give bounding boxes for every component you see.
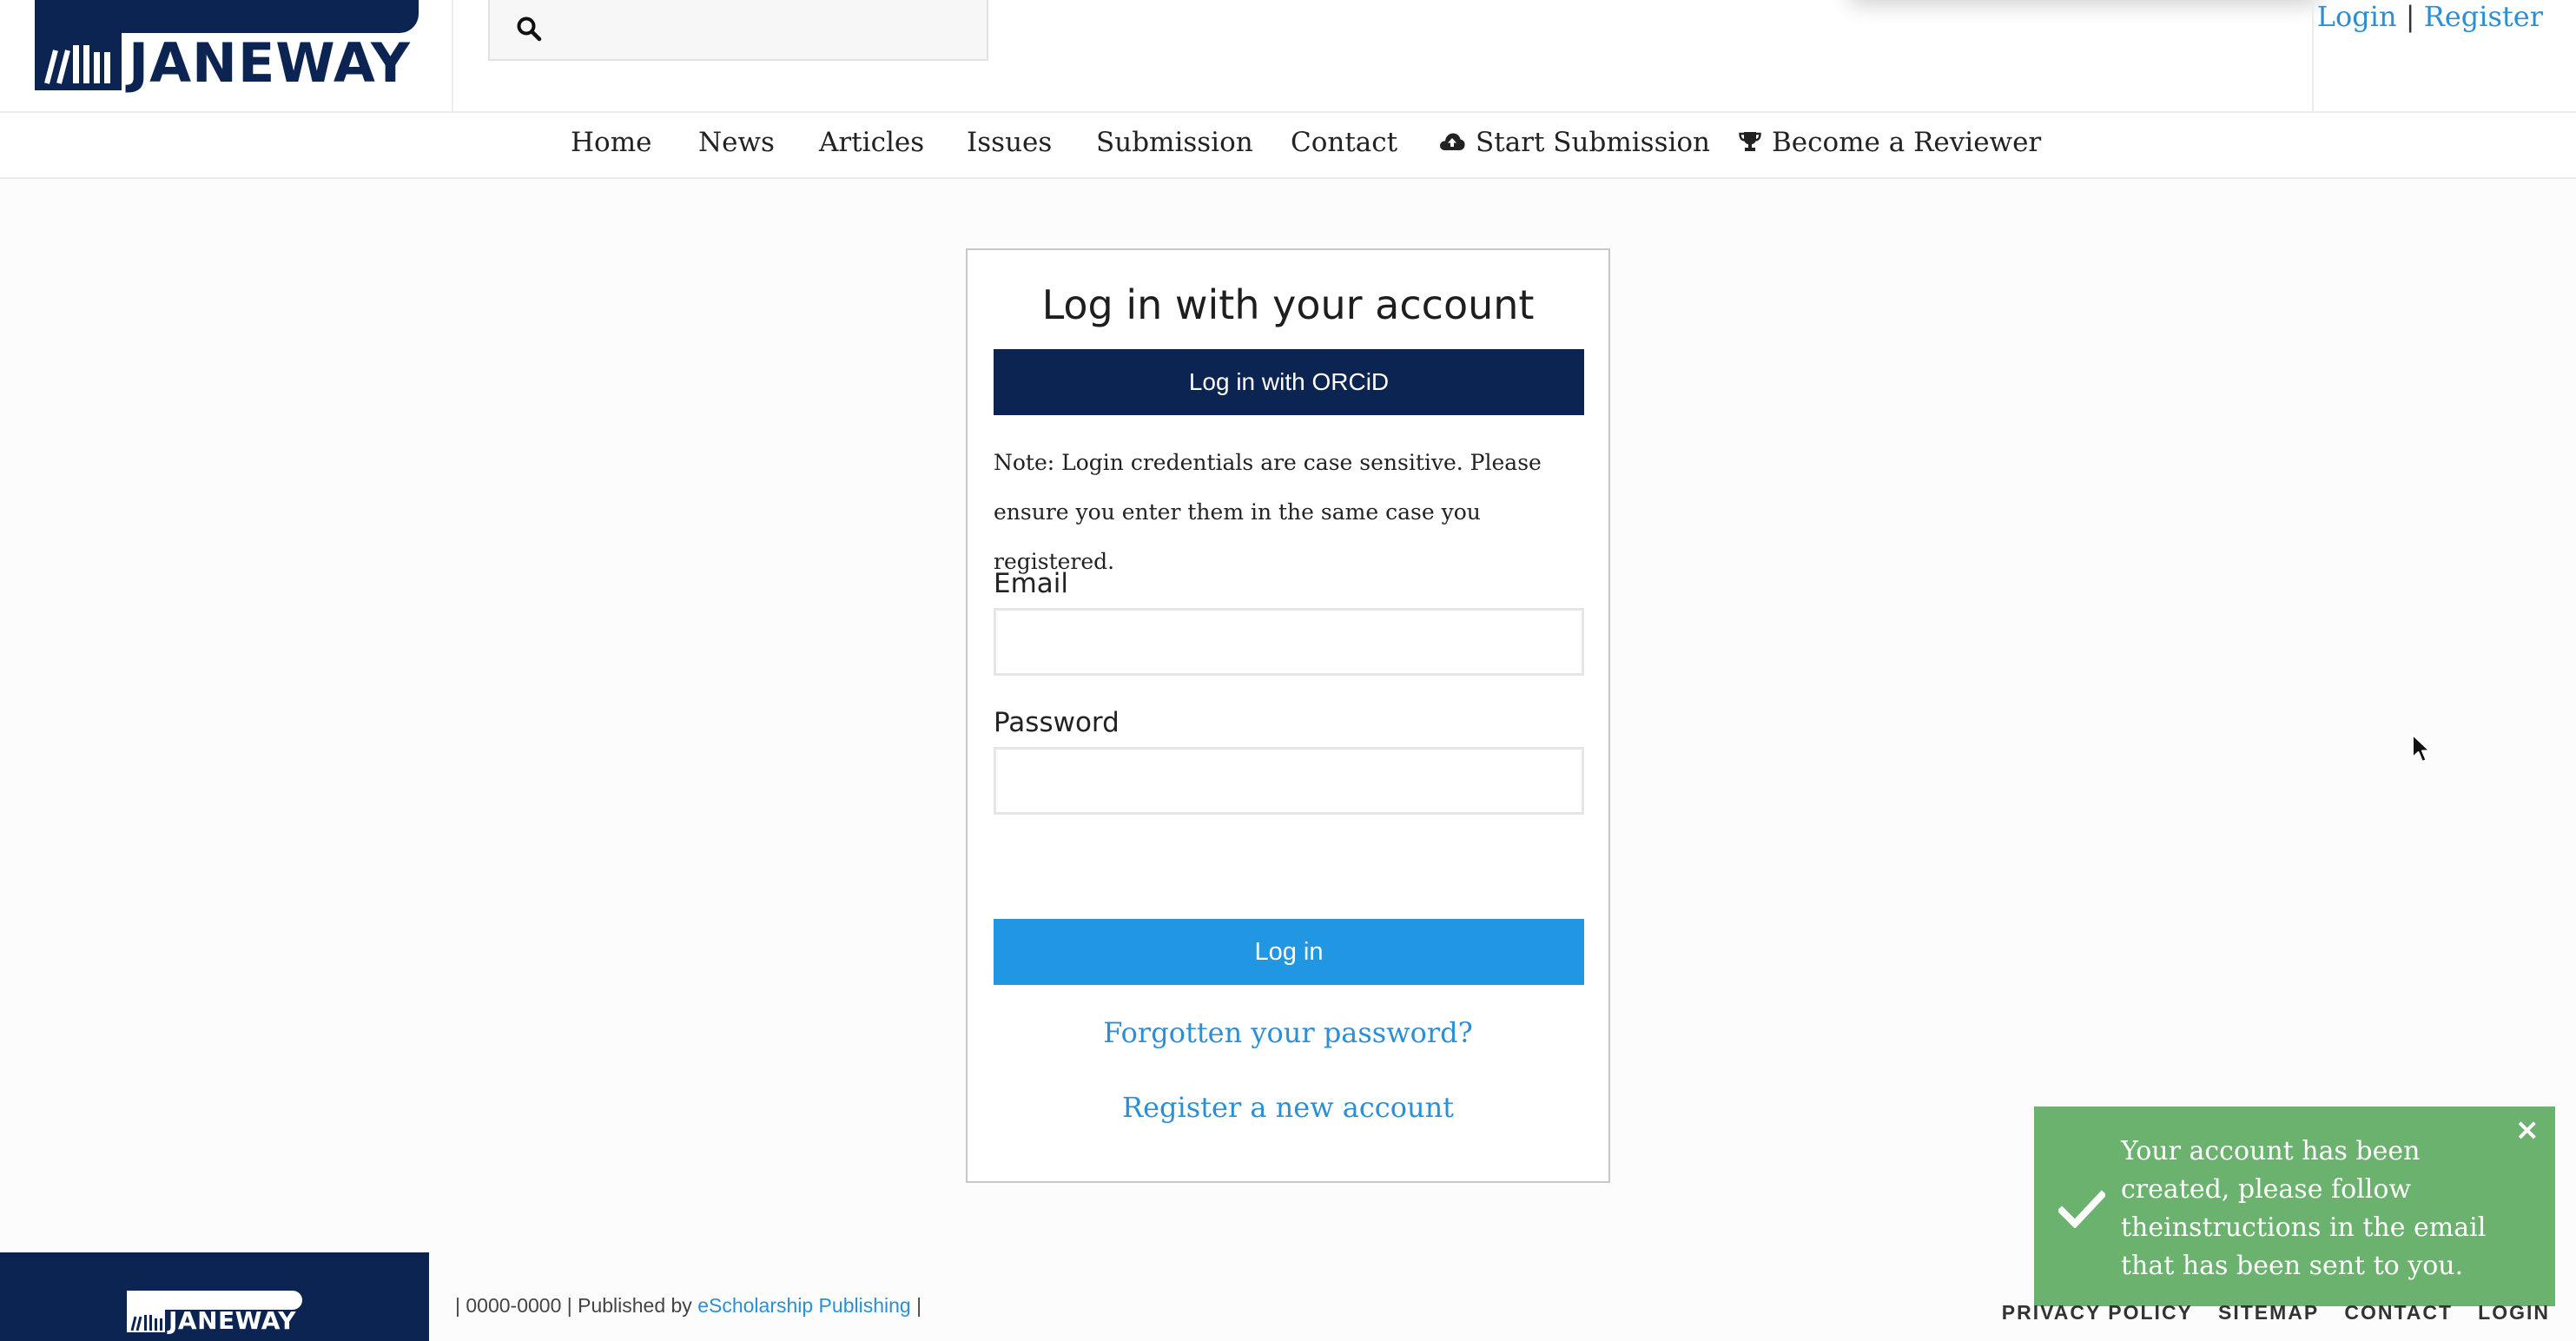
footer-info: | 0000-0000 | Published by eScholarship … bbox=[455, 1294, 921, 1318]
login-title: Log in with your account bbox=[1041, 281, 1535, 328]
nav-item-home[interactable]: Home bbox=[571, 127, 651, 158]
login-button[interactable]: Log in bbox=[994, 919, 1584, 985]
nav-item-news[interactable]: News bbox=[698, 127, 775, 158]
trophy-icon bbox=[1739, 131, 1761, 151]
books-logo-icon bbox=[127, 1310, 165, 1332]
register-link[interactable]: Register bbox=[2424, 0, 2543, 33]
nav-item-start-submission[interactable]: Start Submission bbox=[1439, 127, 1710, 158]
nav-item-become-reviewer[interactable]: Become a Reviewer bbox=[1739, 127, 2041, 158]
footer-link-sitemap[interactable]: SITEMAP bbox=[2218, 1301, 2319, 1324]
footer-janeway-logo[interactable]: JANEWAY bbox=[127, 1291, 302, 1335]
site-header: JANEWAY Login | Register bbox=[0, 0, 2576, 113]
email-label: Email bbox=[994, 568, 1069, 599]
footer-links: PRIVACY POLICY SITEMAP CONTACT LOGIN bbox=[1981, 1301, 2550, 1324]
cloud-upload-icon bbox=[1440, 133, 1465, 150]
footer-info-suffix: | bbox=[916, 1294, 922, 1317]
start-submission-label: Start Submission bbox=[1476, 127, 1711, 158]
publisher-link[interactable]: eScholarship Publishing bbox=[697, 1294, 911, 1317]
orcid-login-button[interactable]: Log in with ORCiD bbox=[994, 349, 1584, 415]
footer-link-privacy[interactable]: PRIVACY POLICY bbox=[2002, 1301, 2193, 1324]
toast-message: Your account has been created, please fo… bbox=[2121, 1136, 2487, 1281]
check-icon bbox=[2058, 1190, 2105, 1228]
mouse-cursor-icon bbox=[2412, 734, 2431, 763]
footer-issn: | 0000-0000 | Published by bbox=[455, 1294, 692, 1317]
close-icon[interactable]: × bbox=[2515, 1115, 2540, 1145]
auth-links: Login | Register bbox=[2317, 0, 2543, 33]
register-account-link[interactable]: Register a new account bbox=[968, 1091, 1608, 1124]
search-box[interactable] bbox=[488, 0, 988, 61]
auth-separator: | bbox=[2405, 0, 2415, 33]
success-toast: Your account has been created, please fo… bbox=[2034, 1106, 2555, 1306]
case-sensitivity-note: Note: Login credentials are case sensiti… bbox=[994, 450, 1542, 574]
forgot-password-link[interactable]: Forgotten your password? bbox=[968, 1016, 1608, 1049]
search-icon[interactable] bbox=[516, 16, 542, 42]
janeway-logo[interactable]: JANEWAY bbox=[35, 0, 419, 95]
books-logo-icon bbox=[35, 33, 122, 90]
footer-logo-wordmark: JANEWAY bbox=[168, 1306, 297, 1335]
password-field[interactable] bbox=[994, 747, 1584, 815]
nav-item-issues[interactable]: Issues bbox=[967, 127, 1052, 158]
footer-link-contact[interactable]: CONTACT bbox=[2344, 1301, 2453, 1324]
footer-link-login[interactable]: LOGIN bbox=[2478, 1301, 2550, 1324]
main-nav: Home News Articles Issues Submission Con… bbox=[0, 113, 2576, 179]
nav-item-articles[interactable]: Articles bbox=[819, 127, 924, 158]
nav-item-submission[interactable]: Submission bbox=[1096, 127, 1253, 158]
auth-cell: Login | Register bbox=[2312, 0, 2576, 113]
nav-item-contact[interactable]: Contact bbox=[1291, 127, 1397, 158]
login-link[interactable]: Login bbox=[2317, 0, 2397, 33]
password-label: Password bbox=[994, 707, 1120, 738]
become-reviewer-label: Become a Reviewer bbox=[1772, 127, 2042, 158]
login-card: Log in with your account Log in with ORC… bbox=[966, 248, 1610, 1183]
email-field[interactable] bbox=[994, 608, 1584, 676]
logo-cell: JANEWAY bbox=[0, 0, 453, 113]
footer-logo-cell: JANEWAY bbox=[0, 1252, 429, 1341]
logo-wordmark: JANEWAY bbox=[129, 31, 411, 95]
